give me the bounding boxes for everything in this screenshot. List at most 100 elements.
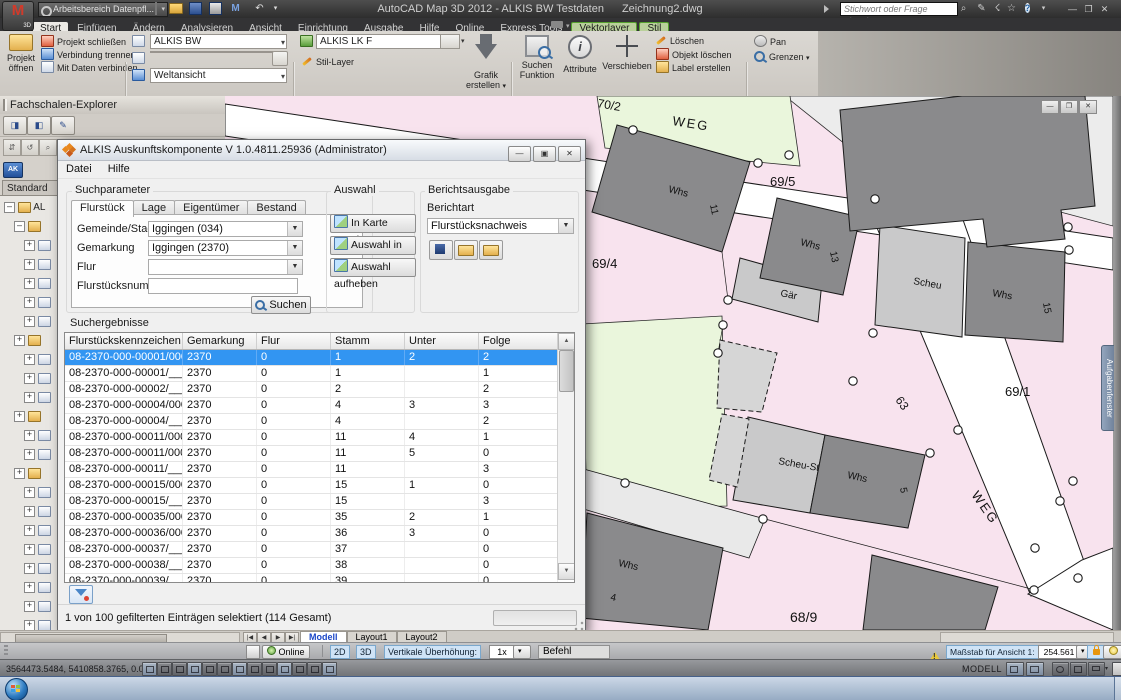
table-row[interactable]: 08-2370-000-00002/____.022370022 <box>65 382 558 398</box>
layer-combo[interactable]: ALKIS LK F▾ <box>316 34 451 49</box>
3d-button[interactable]: 3D <box>356 645 376 659</box>
disconnect-button[interactable]: Verbindung trennen <box>41 48 136 60</box>
scroll-thumb[interactable] <box>559 350 574 392</box>
expand-icon[interactable]: + <box>24 582 35 593</box>
layout-toggle-button[interactable] <box>1026 662 1044 676</box>
gemarkung-combo[interactable]: Iggingen (2370)▼ <box>148 240 303 256</box>
command-input[interactable]: Befehl <box>538 645 610 659</box>
tree-expand-button[interactable]: ⇵ <box>3 139 21 156</box>
transparency-toggle-button[interactable] <box>277 662 292 676</box>
table-row[interactable]: 08-2370-000-00004/0003.0323700433 <box>65 398 558 414</box>
project-close-button[interactable]: Projekt schließen <box>41 35 126 47</box>
expand-icon[interactable]: + <box>24 544 35 555</box>
viewport-scale-label[interactable]: Maßstab für Ansicht 1: <box>946 645 1039 659</box>
tree-item[interactable]: + <box>24 351 51 369</box>
column-header-5[interactable]: Unter <box>405 333 479 349</box>
filter-button[interactable] <box>69 585 93 604</box>
tree-item[interactable]: + <box>24 598 51 616</box>
berichtart-combo[interactable]: Flurstücksnachweis▼ <box>427 218 574 234</box>
tree-item[interactable]: + <box>24 579 51 597</box>
tree-item[interactable]: + <box>24 541 51 559</box>
column-header-4[interactable]: Stamm <box>331 333 405 349</box>
lwt-toggle-button[interactable] <box>262 662 277 676</box>
tree-item[interactable]: + <box>24 503 51 521</box>
feature-class-combo[interactable]: ▾ <box>150 51 273 53</box>
table-row[interactable]: 08-2370-000-00015/____.0323700153 <box>65 494 558 510</box>
table-row[interactable]: 08-2370-000-00038/____.0023700380 <box>65 558 558 574</box>
grid-toggle-button[interactable] <box>157 662 172 676</box>
ribbon-state-dropdown[interactable]: ▾ <box>566 22 570 30</box>
model-space-indicator[interactable]: MODELL <box>962 664 1002 674</box>
plot-button[interactable] <box>208 2 223 15</box>
drawing-close-button[interactable]: ✕ <box>1079 100 1097 114</box>
layer-style-button[interactable] <box>440 34 460 49</box>
table-row[interactable]: 08-2370-000-00035/0002.01237003521 <box>65 510 558 526</box>
expand-icon[interactable]: + <box>14 468 25 479</box>
table-row[interactable]: 08-2370-000-00004/____.022370042 <box>65 414 558 430</box>
menu-hilfe[interactable]: Hilfe <box>100 160 138 178</box>
explorer-header[interactable]: Fachschalen-Explorer <box>0 96 235 115</box>
polar-toggle-button[interactable] <box>187 662 202 676</box>
restore-button[interactable]: ❐ <box>1082 3 1095 15</box>
scroll-up-button[interactable]: ▲ <box>558 333 575 350</box>
show-desktop-button[interactable] <box>1114 677 1121 700</box>
dialog-title-bar[interactable]: ALKIS Auskunftskomponente V 1.0.4811.259… <box>58 140 585 161</box>
toolbar-grip[interactable] <box>4 645 8 657</box>
tree-item[interactable]: + <box>24 484 51 502</box>
new-file-button[interactable] <box>148 2 163 15</box>
results-scrollbar[interactable]: ▲ ▼ <box>557 333 574 580</box>
explorer-tool-1-button[interactable]: ◨ <box>3 116 27 135</box>
feature-add-button[interactable] <box>272 51 288 66</box>
expand-icon[interactable]: + <box>24 563 35 574</box>
expand-icon[interactable]: + <box>24 601 35 612</box>
report-open-button[interactable] <box>479 240 503 260</box>
drawing-minimize-button[interactable]: — <box>1041 100 1059 114</box>
tree-item[interactable]: – AL <box>4 199 45 217</box>
tree-item[interactable]: + <box>24 256 51 274</box>
help-dropdown[interactable]: ▾ <box>1036 2 1051 16</box>
start-button[interactable] <box>5 678 28 700</box>
expand-icon[interactable]: + <box>24 487 35 498</box>
column-header-1[interactable]: Flurstückskennzeichen <box>65 333 183 349</box>
flyout-arrow-icon[interactable] <box>824 5 833 13</box>
gemeinde-combo[interactable]: Iggingen (034)▼ <box>148 221 303 237</box>
expand-icon[interactable]: + <box>24 449 35 460</box>
satellite-icon[interactable]: ☇ <box>990 2 1005 16</box>
settings-gear-button[interactable] <box>1052 662 1069 676</box>
quickprop-toggle-button[interactable] <box>292 662 307 676</box>
search-function-button[interactable]: SuchenFunktion <box>516 35 558 80</box>
vertical-exaggeration-value[interactable]: 1x <box>489 645 515 659</box>
selection-button-1[interactable]: In Karte anzeigen <box>330 214 416 233</box>
tree-item[interactable]: + <box>24 560 51 578</box>
annotate-icon[interactable] <box>246 645 260 659</box>
stil-layer-button[interactable]: Stil-Layer <box>302 56 354 68</box>
snap-toggle-button[interactable] <box>142 662 157 676</box>
explorer-tool-3-button[interactable]: ✎ <box>51 116 75 135</box>
column-header-3[interactable]: Flur <box>257 333 331 349</box>
limits-button[interactable]: Grenzen ▾ <box>754 51 810 63</box>
create-graphic-button[interactable]: Grafik erstellen ▾ <box>464 34 508 92</box>
table-row[interactable]: 08-2370-000-00011/0004.01237001141 <box>65 430 558 446</box>
connect-data-button[interactable]: Mit Daten verbinden <box>41 61 138 73</box>
markup-button[interactable]: M <box>228 2 243 15</box>
help-button[interactable]: ? <box>1020 2 1035 16</box>
table-row[interactable]: 08-2370-000-00039/____.0023700390 <box>65 574 558 582</box>
drawing-restore-button[interactable]: ❐ <box>1060 100 1078 114</box>
online-button[interactable]: Online <box>262 645 310 659</box>
expand-icon[interactable]: + <box>24 316 35 327</box>
expand-icon[interactable]: + <box>24 373 35 384</box>
table-row[interactable]: 08-2370-000-00001/0002.0223700122 <box>65 350 558 366</box>
table-row[interactable]: 08-2370-000-00011/____.0323700113 <box>65 462 558 478</box>
undo-dropdown[interactable]: ▾ <box>268 2 283 15</box>
column-header-2[interactable]: Gemarkung <box>183 333 257 349</box>
dialog-tab-flurstück[interactable]: Flurstück <box>71 200 134 217</box>
tree-item[interactable]: + <box>24 522 51 540</box>
binoculars-icon[interactable]: ⌕ <box>956 2 971 16</box>
ducs-toggle-button[interactable] <box>232 662 247 676</box>
selection-button-3[interactable]: Auswahl aufheben <box>330 258 416 277</box>
tab-standard[interactable]: Standard <box>2 180 60 196</box>
undo-button[interactable]: ↶ <box>252 2 267 15</box>
ribbon-state-icon[interactable] <box>551 21 563 28</box>
expand-icon[interactable]: + <box>24 392 35 403</box>
selection-button-2[interactable]: Auswahl in Karte <box>330 236 416 255</box>
